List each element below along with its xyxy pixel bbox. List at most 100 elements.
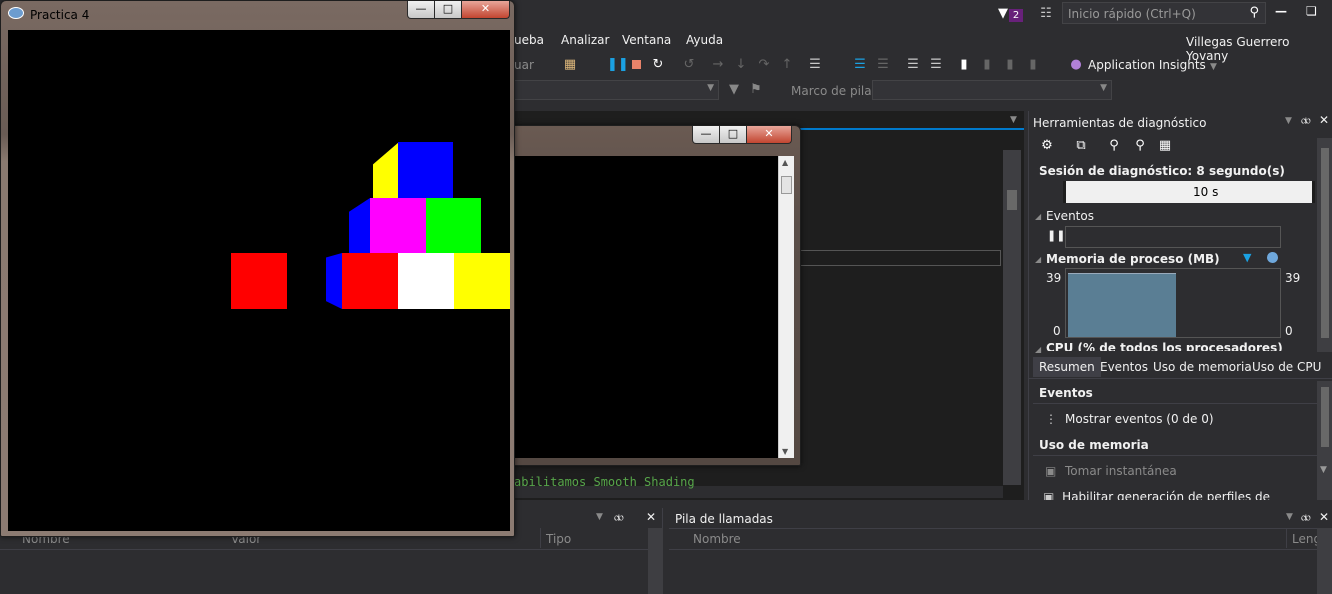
- callstack-col-nombre[interactable]: Nombre: [693, 532, 741, 546]
- filter-threads-icon[interactable]: ▼: [726, 82, 742, 98]
- tab-uso-cpu[interactable]: Uso de CPU: [1252, 360, 1321, 374]
- console-scrollbar[interactable]: ▲ ▼: [778, 156, 794, 458]
- bookmark-icon[interactable]: ▮: [956, 57, 972, 73]
- cpu-collapse-icon[interactable]: ◢: [1035, 345, 1041, 354]
- refresh-icon: ↺: [683, 57, 695, 72]
- menu-analizar[interactable]: Analizar: [561, 33, 609, 47]
- menu-prueba[interactable]: ueba: [514, 33, 544, 47]
- callstack-scroll[interactable]: [1317, 528, 1332, 594]
- callstack-panel: Pila de llamadas ▼ ⧞ ✕ Nombre Leng: [669, 508, 1332, 594]
- memory-graph: [1065, 268, 1281, 338]
- diag-title: Herramientas de diagnóstico: [1033, 116, 1207, 130]
- restart-icon[interactable]: ↻: [650, 57, 666, 73]
- editor-scrollbar[interactable]: [1003, 150, 1021, 485]
- events-collapse-icon[interactable]: ◢: [1035, 212, 1041, 221]
- practica-window[interactable]: Practica 4 — □ ✕: [0, 0, 515, 537]
- heap-clip: ▣ Habilitar generación de perfiles de mo…: [1043, 490, 1315, 500]
- export-icon[interactable]: ⧉: [1073, 138, 1089, 154]
- blue-cube-side-bottom: [326, 253, 342, 309]
- heap-profiling-label[interactable]: Habilitar generación de perfiles de mont…: [1043, 490, 1270, 500]
- app-icon: [8, 7, 24, 19]
- close-icon[interactable]: ✕: [1319, 113, 1329, 127]
- step-into-icon: ↓: [735, 57, 747, 72]
- blue-cube-side-middle: [349, 198, 370, 253]
- bookmark-next-icon: ▮: [1006, 57, 1014, 72]
- stack-frame-label: Marco de pila:: [791, 84, 876, 98]
- summary-scrollbar[interactable]: ▼: [1317, 381, 1332, 500]
- step-out-icon: ↑: [781, 57, 793, 72]
- process-icon[interactable]: ▦: [562, 57, 578, 73]
- settings-icon[interactable]: ⚙: [1039, 138, 1055, 154]
- menu-ayuda[interactable]: Ayuda: [686, 33, 723, 47]
- hex-icon[interactable]: ☰: [807, 57, 823, 73]
- menu-ventana[interactable]: Ventana: [622, 33, 671, 47]
- reset-zoom-icon[interactable]: ▦: [1157, 138, 1173, 154]
- indent-icon[interactable]: ☰: [905, 57, 921, 73]
- zoom-out-icon[interactable]: ⚲: [1132, 138, 1148, 154]
- diag-scrollbar[interactable]: [1317, 138, 1332, 352]
- opengl-canvas[interactable]: [8, 30, 510, 531]
- pane-menu-icon[interactable]: ▼: [1285, 116, 1292, 126]
- events-list-icon: ⋮: [1045, 412, 1057, 426]
- gc-marker-icon: ▼: [1243, 251, 1252, 264]
- heap-checkbox-icon[interactable]: ▣: [1043, 490, 1054, 500]
- pause-events-icon[interactable]: ❚❚: [1047, 229, 1065, 242]
- threads-icon: ☰: [877, 57, 889, 72]
- close-button[interactable]: ✕: [461, 1, 510, 19]
- pin-icon[interactable]: ⧞: [1301, 113, 1311, 128]
- timeline: 10 s: [1063, 181, 1315, 203]
- quick-launch-box[interactable]: Inicio rápido (Ctrl+Q) ⚲: [1062, 2, 1266, 24]
- minimize-vs-button[interactable]: —: [1275, 4, 1289, 18]
- show-events-link[interactable]: Mostrar eventos (0 de 0): [1065, 412, 1214, 426]
- process-dropdown[interactable]: ▼: [514, 80, 719, 100]
- maximize-button[interactable]: □: [434, 1, 462, 19]
- tab-overflow-icon[interactable]: ▼: [1010, 115, 1017, 125]
- locals-scroll[interactable]: [648, 528, 663, 594]
- memory-max-left: 39: [1046, 271, 1062, 285]
- notification-badge[interactable]: 2: [1009, 9, 1023, 22]
- memory-collapse-icon[interactable]: ◢: [1035, 255, 1041, 264]
- zoom-in-icon[interactable]: ⚲: [1106, 138, 1122, 154]
- cpu-label: CPU (% de todos los procesadores): [1046, 341, 1283, 351]
- flag-icon[interactable]: ⚑: [748, 82, 764, 98]
- console-close-button[interactable]: ✕: [746, 126, 792, 144]
- memory-max-right: 39: [1285, 271, 1301, 285]
- locals-close-icon[interactable]: ✕: [646, 510, 656, 524]
- feedback-icon[interactable]: ☷: [1038, 6, 1054, 22]
- events-track: [1065, 226, 1281, 248]
- yellow-cube-side-top: [373, 142, 399, 198]
- quick-launch-input[interactable]: Inicio rápido (Ctrl+Q): [1068, 7, 1196, 21]
- comment-icon[interactable]: ☰: [928, 57, 944, 73]
- tab-eventos[interactable]: Eventos: [1100, 360, 1148, 374]
- callstack-pin-icon[interactable]: ⧞: [1301, 510, 1311, 525]
- callstack-close-icon[interactable]: ✕: [1319, 510, 1329, 524]
- callstack-menu-icon[interactable]: ▼: [1286, 512, 1293, 522]
- thread-icon[interactable]: ☰: [852, 57, 868, 73]
- pause-icon[interactable]: ❚❚: [607, 57, 629, 73]
- stop-icon[interactable]: [632, 60, 641, 69]
- take-snapshot-button: Tomar instantánea: [1065, 464, 1177, 478]
- timeline-mark: 10 s: [1193, 185, 1219, 199]
- minimize-button[interactable]: —: [407, 1, 435, 19]
- chevron-down-icon[interactable]: ▼: [1210, 62, 1217, 72]
- console-maximize-button[interactable]: □: [719, 126, 747, 144]
- locals-pin-icon[interactable]: ⧞: [614, 510, 624, 525]
- tab-uso-memoria[interactable]: Uso de memoria: [1153, 360, 1252, 374]
- blue-cube-top: [398, 142, 453, 198]
- search-icon[interactable]: ⚲: [1249, 5, 1259, 20]
- locals-menu-icon[interactable]: ▼: [596, 512, 603, 522]
- memory-min-right: 0: [1285, 324, 1293, 338]
- events-label: Eventos: [1046, 209, 1094, 223]
- console-minimize-button[interactable]: —: [692, 126, 720, 144]
- stack-frame-dropdown[interactable]: ▼: [872, 80, 1112, 100]
- user-name[interactable]: Villegas Guerrero Yovany: [1186, 35, 1332, 63]
- continue-button[interactable]: uar: [514, 58, 534, 72]
- console-window[interactable]: — □ ✕ ▲ ▼: [505, 125, 801, 466]
- console-content[interactable]: [514, 156, 778, 458]
- green-cube-middle: [426, 198, 481, 253]
- restore-vs-button[interactable]: ❏: [1306, 4, 1317, 18]
- application-insights-button[interactable]: Application Insights: [1088, 58, 1206, 72]
- lightbulb-icon[interactable]: ●: [1068, 57, 1084, 73]
- tab-resumen[interactable]: Resumen: [1033, 357, 1101, 377]
- locals-col-tipo[interactable]: Tipo: [546, 532, 571, 546]
